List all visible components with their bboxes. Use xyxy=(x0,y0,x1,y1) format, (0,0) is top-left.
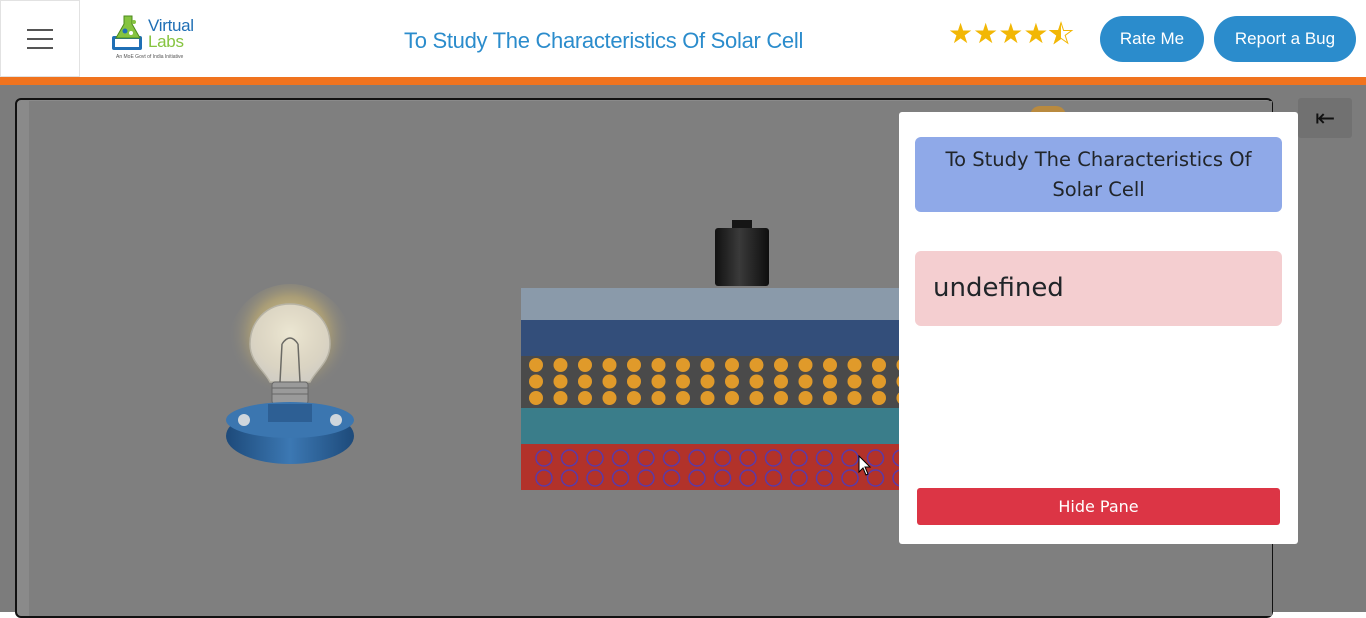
star-icon[interactable]: ★ xyxy=(998,18,1023,50)
hole-particle xyxy=(553,391,568,405)
half-star-icon[interactable]: ★ xyxy=(1048,17,1074,50)
hide-pane-button[interactable]: Hide Pane xyxy=(917,488,1280,525)
hole-particle xyxy=(651,374,666,389)
hole-particle xyxy=(725,391,739,405)
battery-icon[interactable] xyxy=(714,218,770,288)
hole-particle xyxy=(823,374,837,389)
logo-text-labs: Labs xyxy=(148,32,184,51)
solar-cell-icon[interactable] xyxy=(521,288,899,490)
hole-particle xyxy=(700,358,715,372)
hole-particle xyxy=(529,391,543,405)
hole-particle xyxy=(602,391,617,405)
virtual-labs-logo[interactable]: Virtual Labs An MoE Govt of India Initia… xyxy=(110,12,202,64)
hole-particle xyxy=(798,391,813,405)
hole-particle xyxy=(774,374,788,389)
hole-particle xyxy=(676,358,690,372)
hamburger-menu-button[interactable] xyxy=(0,0,80,77)
flask-logo-icon xyxy=(112,15,142,50)
hole-particle xyxy=(872,358,886,372)
rate-me-button[interactable]: Rate Me xyxy=(1100,16,1204,62)
report-bug-button[interactable]: Report a Bug xyxy=(1214,16,1356,62)
hole-particle xyxy=(847,391,862,405)
hole-particle xyxy=(553,374,568,389)
hole-particle xyxy=(872,374,886,389)
hole-particle xyxy=(700,374,715,389)
hole-particle xyxy=(602,358,617,372)
hole-particle xyxy=(749,391,764,405)
hole-particle xyxy=(847,374,862,389)
collapse-sidebar-button[interactable]: ⇤ xyxy=(1298,98,1352,138)
hole-particle xyxy=(798,374,813,389)
hole-particle xyxy=(725,358,739,372)
hole-particle xyxy=(725,374,739,389)
hole-particle xyxy=(847,358,862,372)
page-title: To Study The Characteristics Of Solar Ce… xyxy=(404,28,804,53)
hole-particle xyxy=(872,391,886,405)
hole-particle xyxy=(676,391,690,405)
header-accent-bar xyxy=(0,77,1366,85)
light-bulb-icon[interactable] xyxy=(216,282,366,472)
hole-particle xyxy=(798,358,813,372)
star-icon[interactable]: ★ xyxy=(973,18,998,50)
hole-particle xyxy=(578,391,592,405)
hole-particle xyxy=(578,358,592,372)
logo-tagline: An MoE Govt of India Initiative xyxy=(116,54,184,60)
pane-title: To Study The Characteristics Of Solar Ce… xyxy=(915,137,1282,212)
hole-particle xyxy=(774,358,788,372)
hole-particle xyxy=(553,358,568,372)
hole-particle xyxy=(602,374,617,389)
hole-particle xyxy=(823,391,837,405)
hole-particle xyxy=(651,391,666,405)
hole-particle xyxy=(529,358,543,372)
hamburger-icon xyxy=(27,28,53,49)
star-icon[interactable]: ★ xyxy=(1023,18,1048,50)
hole-particle xyxy=(749,358,764,372)
hole-particle xyxy=(578,374,592,389)
hole-particle xyxy=(700,391,715,405)
arrow-left-bar-icon: ⇤ xyxy=(1314,104,1336,132)
instruction-pane: To Study The Characteristics Of Solar Ce… xyxy=(899,112,1298,544)
hole-particle xyxy=(823,358,837,372)
hole-particle xyxy=(627,374,641,389)
pane-message: undefined xyxy=(915,251,1282,326)
hole-particle xyxy=(627,358,641,372)
hole-particle xyxy=(676,374,690,389)
star-icon[interactable]: ★ xyxy=(948,18,973,50)
star-rating[interactable]: ★ ★ ★ ★ ★ xyxy=(948,17,1074,50)
hole-particle xyxy=(529,374,543,389)
mouse-cursor-icon xyxy=(858,455,872,476)
hole-particle xyxy=(749,374,764,389)
app-header: Virtual Labs An MoE Govt of India Initia… xyxy=(0,0,1366,77)
hole-particle xyxy=(774,391,788,405)
hole-particle xyxy=(651,358,666,372)
hole-particle xyxy=(627,391,641,405)
